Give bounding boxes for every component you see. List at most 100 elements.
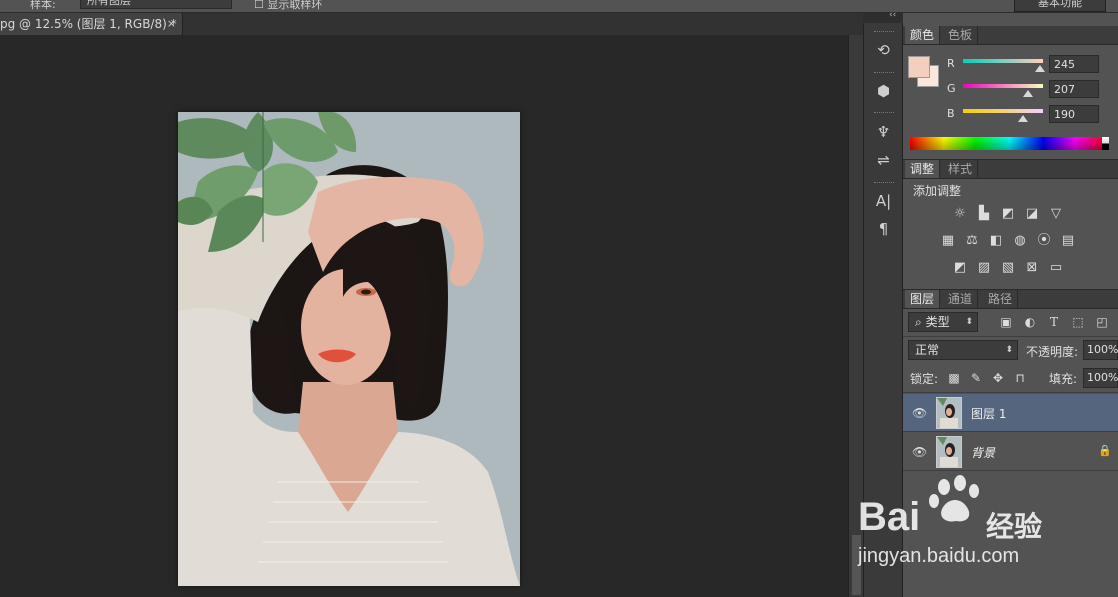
- tab-channels[interactable]: 通道: [943, 290, 979, 308]
- green-slider[interactable]: [963, 84, 1043, 88]
- color-spectrum-bar[interactable]: [910, 137, 1109, 150]
- red-channel-label: R: [947, 57, 955, 70]
- adjustments-panel-tabs: 调整 样式: [903, 159, 1118, 179]
- layer-thumbnail: [936, 397, 962, 429]
- dock-grip[interactable]: [874, 72, 894, 75]
- levels-icon[interactable]: ▙: [975, 206, 993, 222]
- workspace-switcher[interactable]: 基本功能: [1014, 0, 1106, 12]
- invert-icon[interactable]: ◩: [951, 260, 969, 276]
- layers-panel-tabs: 图层 通道 路径: [903, 289, 1118, 309]
- black-white-ramp[interactable]: [1102, 137, 1109, 150]
- foreground-color-swatch[interactable]: [908, 56, 930, 78]
- paragraph-icon[interactable]: ¶: [870, 218, 897, 240]
- tab-paths[interactable]: 路径: [983, 290, 1019, 308]
- add-adjustment-title: 添加调整: [913, 184, 962, 198]
- blue-channel-label: B: [947, 107, 955, 120]
- red-slider[interactable]: [963, 59, 1043, 63]
- document-image[interactable]: [178, 112, 520, 586]
- blue-slider[interactable]: [963, 109, 1043, 113]
- divider: [903, 392, 1118, 393]
- lock-all-icon[interactable]: ⊓: [1012, 370, 1028, 386]
- layer-thumbnail: [936, 436, 962, 468]
- photo-filter-icon[interactable]: ◍: [1011, 233, 1029, 249]
- green-slider-handle[interactable]: [1022, 90, 1033, 97]
- black-white-icon[interactable]: ◧: [987, 233, 1005, 249]
- portrait-photo: [178, 112, 520, 586]
- blue-value-field[interactable]: 190: [1049, 105, 1099, 123]
- collapse-arrows-icon[interactable]: ‹‹: [889, 10, 896, 20]
- options-bar: 样本: 所有图层 ☐ 显示取样环 基本功能: [0, 0, 1118, 13]
- dock-grip[interactable]: [874, 182, 894, 185]
- search-icon: ⌕: [915, 315, 922, 329]
- tool-preset-icon[interactable]: ⇌: [870, 149, 897, 171]
- close-tab-icon[interactable]: ×: [167, 13, 176, 35]
- show-sampling-ring-label: 显示取样环: [267, 0, 323, 11]
- green-value-field[interactable]: 207: [1049, 80, 1099, 98]
- fill-field[interactable]: 100%: [1083, 368, 1118, 388]
- posterize-icon[interactable]: ▨: [975, 260, 993, 276]
- tab-styles[interactable]: 样式: [943, 160, 979, 178]
- red-value-field[interactable]: 245: [1049, 55, 1099, 73]
- layer-name[interactable]: 背景: [971, 444, 995, 461]
- layer-name[interactable]: 图层 1: [971, 405, 1006, 422]
- green-channel-label: G: [947, 82, 956, 95]
- shape-layer-filter-icon[interactable]: ⬚: [1070, 314, 1086, 330]
- gradient-map-icon[interactable]: ▭: [1047, 260, 1065, 276]
- adjustment-layer-filter-icon[interactable]: ◐: [1022, 314, 1038, 330]
- document-tab[interactable]: pg @ 12.5% (图层 1, RGB/8) * ×: [0, 13, 183, 35]
- tab-adjustments[interactable]: 调整: [905, 160, 941, 178]
- pixel-layer-filter-icon[interactable]: ▣: [998, 314, 1014, 330]
- threshold-icon[interactable]: ▧: [999, 260, 1017, 276]
- channel-mixer-icon[interactable]: ⦿: [1035, 233, 1053, 249]
- opacity-field[interactable]: 100%: [1083, 340, 1118, 360]
- blue-slider-handle[interactable]: [1017, 115, 1028, 122]
- panel-collapse-bar[interactable]: ‹‹: [863, 10, 903, 23]
- watermark-brand-suffix: 经验: [986, 510, 1043, 543]
- baidu-jingyan-watermark: Bai 经验 jingyan.baidu.com: [858, 475, 1058, 575]
- divider: [903, 336, 1118, 337]
- curves-icon[interactable]: ◩: [999, 206, 1017, 222]
- character-icon[interactable]: A|: [870, 190, 897, 212]
- layer-row-layer1[interactable]: 👁 图层 1: [903, 394, 1118, 432]
- layer-row-background[interactable]: 👁 背景 🔒: [903, 433, 1118, 471]
- lock-icon: 🔒: [1098, 444, 1112, 457]
- type-layer-filter-icon[interactable]: T: [1046, 314, 1062, 330]
- lock-transparent-pixels-icon[interactable]: ▩: [946, 370, 962, 386]
- history-brush-icon[interactable]: ⟲: [870, 39, 897, 61]
- document-tab-title: pg @ 12.5% (图层 1, RGB/8) *: [0, 17, 177, 31]
- layer-filter-label: 类型: [925, 315, 950, 329]
- tab-layers[interactable]: 图层: [905, 290, 941, 308]
- watermark-brand: Bai: [858, 495, 921, 539]
- brush-preset-icon[interactable]: ♆: [870, 121, 897, 143]
- brightness-icon[interactable]: ☼: [951, 206, 969, 222]
- tab-bar: [183, 13, 863, 35]
- color-balance-icon[interactable]: ⚖: [963, 233, 981, 249]
- exposure-icon[interactable]: ◪: [1023, 206, 1041, 222]
- red-slider-handle[interactable]: [1034, 65, 1045, 72]
- watermark-url: jingyan.baidu.com: [858, 545, 1020, 567]
- dock-grip[interactable]: [874, 31, 894, 34]
- color-panel-tabs: 颜色 色板: [903, 26, 1118, 45]
- color-lookup-icon[interactable]: ▤: [1059, 233, 1077, 249]
- selective-color-icon[interactable]: ⊠: [1023, 260, 1041, 276]
- dock-grip[interactable]: [874, 112, 894, 115]
- lock-position-icon[interactable]: ✥: [990, 370, 1006, 386]
- vibrance-icon[interactable]: ▽: [1047, 206, 1065, 222]
- lock-label: 锁定:: [910, 372, 939, 386]
- layer-filter-dropdown[interactable]: ⌕ 类型 ⬍: [908, 312, 978, 332]
- blend-mode-dropdown[interactable]: 正常 ⬍: [908, 340, 1018, 360]
- lock-image-pixels-icon[interactable]: ✎: [968, 370, 984, 386]
- sample-dropdown[interactable]: 所有图层: [80, 0, 232, 9]
- hue-saturation-icon[interactable]: ▦: [939, 233, 957, 249]
- chevron-down-icon: ⬍: [965, 317, 973, 327]
- eye-icon[interactable]: 👁: [912, 406, 927, 420]
- show-sampling-ring-checkbox[interactable]: ☐ 显示取样环: [254, 0, 322, 12]
- 3d-cube-icon[interactable]: ⬢: [870, 80, 897, 102]
- baidu-paw-icon: [929, 475, 979, 522]
- tab-swatches[interactable]: 色板: [943, 26, 979, 44]
- tab-color[interactable]: 颜色: [905, 26, 941, 44]
- opacity-label: 不透明度:: [1026, 345, 1079, 359]
- eye-icon[interactable]: 👁: [912, 445, 927, 459]
- smart-object-filter-icon[interactable]: ◰: [1094, 314, 1110, 330]
- fill-label: 填充:: [1049, 372, 1078, 386]
